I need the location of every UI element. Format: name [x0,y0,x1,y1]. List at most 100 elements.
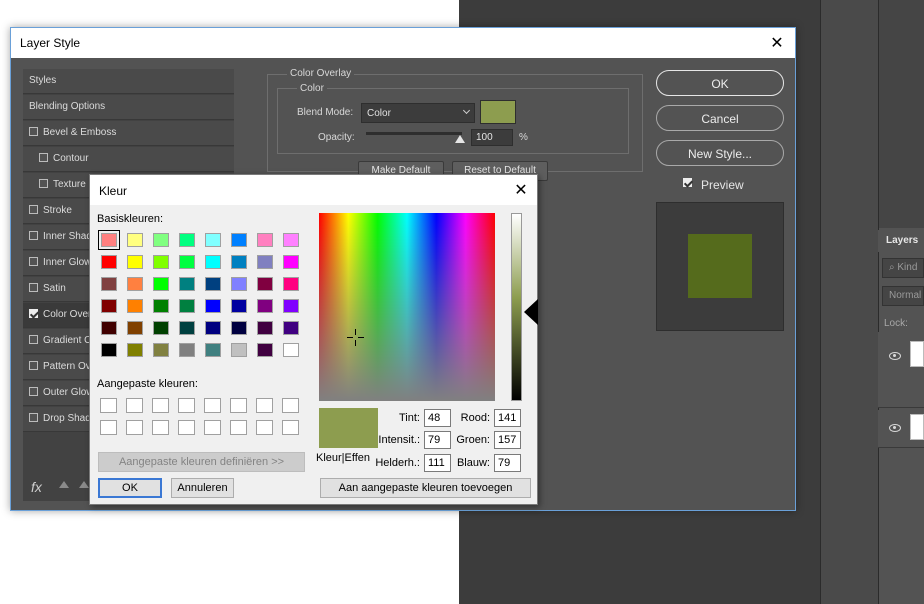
basic-color-swatch[interactable] [231,277,247,291]
basic-color-swatch[interactable] [127,299,143,313]
sidebar-item[interactable]: Styles [23,69,234,94]
basic-color-swatch[interactable] [127,255,143,269]
basic-color-swatch[interactable] [231,343,247,357]
basic-color-swatch[interactable] [153,277,169,291]
color-picker-titlebar[interactable]: Kleur ✕ [90,175,537,205]
sidebar-item-checkbox[interactable] [29,257,38,266]
new-style-button[interactable]: New Style... [656,140,784,166]
custom-color-swatch[interactable] [126,398,143,413]
custom-color-swatch[interactable] [230,420,247,435]
basic-color-swatch[interactable] [257,343,273,357]
basic-color-swatch[interactable] [153,321,169,335]
sidebar-item-checkbox[interactable] [29,361,38,370]
basic-color-swatch[interactable] [127,343,143,357]
basic-color-swatch[interactable] [283,255,299,269]
define-custom-colors-button[interactable]: Aangepaste kleuren definiëren >> [98,452,305,472]
basic-color-swatch[interactable] [101,299,117,313]
sidebar-item-checkbox[interactable] [39,153,48,162]
basic-color-swatch[interactable] [283,233,299,247]
custom-color-swatch[interactable] [204,398,221,413]
basic-color-swatch[interactable] [127,233,143,247]
basic-color-swatch[interactable] [231,299,247,313]
basic-color-swatch[interactable] [179,343,195,357]
sidebar-item-checkbox[interactable] [29,283,38,292]
fx-icon[interactable]: fx [31,479,42,495]
basic-color-swatch[interactable] [205,233,221,247]
basic-color-swatch[interactable] [179,233,195,247]
basic-color-swatch[interactable] [98,230,120,250]
custom-color-swatch[interactable] [152,420,169,435]
basic-color-swatch[interactable] [231,255,247,269]
basic-color-swatch[interactable] [257,255,273,269]
custom-color-swatch[interactable] [100,398,117,413]
crosshair-icon[interactable] [347,329,364,346]
sidebar-item-checkbox[interactable] [29,231,38,240]
layers-tab[interactable]: Layers [878,230,924,252]
close-icon[interactable]: ✕ [767,33,787,53]
basic-color-swatch[interactable] [283,277,299,291]
basic-color-swatch[interactable] [127,277,143,291]
close-icon[interactable]: ✕ [511,180,531,200]
custom-color-swatch[interactable] [126,420,143,435]
ok-button[interactable]: OK [656,70,784,96]
basic-color-swatch[interactable] [153,299,169,313]
sidebar-item-checkbox[interactable] [29,413,38,422]
basic-color-swatch[interactable] [283,343,299,357]
custom-color-swatch[interactable] [152,398,169,413]
basic-color-swatch[interactable] [127,321,143,335]
basic-color-swatch[interactable] [257,321,273,335]
basic-color-swatch[interactable] [101,255,117,269]
blue-input[interactable]: 79 [494,454,521,472]
basic-color-swatch[interactable] [257,233,273,247]
basic-color-swatch[interactable] [205,343,221,357]
basic-color-swatch[interactable] [257,299,273,313]
basic-color-swatch[interactable] [205,277,221,291]
opacity-slider-handle[interactable] [455,135,465,143]
custom-color-swatch[interactable] [282,420,299,435]
luminance-slider[interactable] [511,213,522,401]
layer-blend-mode-select[interactable]: Normal [882,286,924,306]
basic-color-swatch[interactable] [179,321,195,335]
overlay-color-swatch[interactable] [480,100,516,124]
basic-color-swatch[interactable] [101,343,117,357]
cancel-button[interactable]: Cancel [656,105,784,131]
basic-color-swatch[interactable] [153,255,169,269]
sidebar-item[interactable]: Blending Options [23,95,234,120]
basic-color-swatch[interactable] [179,277,195,291]
custom-color-swatch[interactable] [256,398,273,413]
basic-color-swatch[interactable] [283,321,299,335]
color-spectrum[interactable] [319,213,495,401]
basic-color-swatch[interactable] [231,321,247,335]
move-up-icon[interactable] [59,481,69,488]
cancel-button[interactable]: Annuleren [171,478,234,498]
sidebar-item-checkbox[interactable] [29,127,38,136]
sidebar-item-checkbox[interactable] [29,205,38,214]
sidebar-item[interactable]: Contour [23,147,234,172]
sidebar-item[interactable]: Bevel & Emboss [23,121,234,146]
custom-color-swatch[interactable] [178,398,195,413]
custom-color-swatch[interactable] [100,420,117,435]
tint-input[interactable]: 48 [424,409,451,427]
basic-color-swatch[interactable] [231,233,247,247]
blend-mode-select[interactable]: Color [361,103,475,123]
basic-color-swatch[interactable] [257,277,273,291]
red-input[interactable]: 141 [494,409,521,427]
layer-kind-filter[interactable]: ⌕ Kind [882,258,924,278]
move-down-icon[interactable] [79,481,89,488]
basic-color-swatch[interactable] [153,343,169,357]
luminance-arrow-icon[interactable] [524,299,538,325]
custom-color-swatch[interactable] [204,420,221,435]
custom-color-swatch[interactable] [178,420,195,435]
layer-style-titlebar[interactable]: Layer Style ✕ [11,28,795,58]
basic-color-swatch[interactable] [205,321,221,335]
basic-color-swatch[interactable] [101,321,117,335]
custom-color-swatch[interactable] [230,398,247,413]
basic-color-swatch[interactable] [153,233,169,247]
sidebar-item-checkbox[interactable] [29,387,38,396]
opacity-input[interactable]: 100 [471,129,513,146]
basic-color-swatch[interactable] [179,255,195,269]
basic-color-swatch[interactable] [205,255,221,269]
sidebar-item-checkbox[interactable] [29,335,38,344]
basic-color-swatch[interactable] [283,299,299,313]
opacity-slider-track[interactable] [366,132,462,135]
